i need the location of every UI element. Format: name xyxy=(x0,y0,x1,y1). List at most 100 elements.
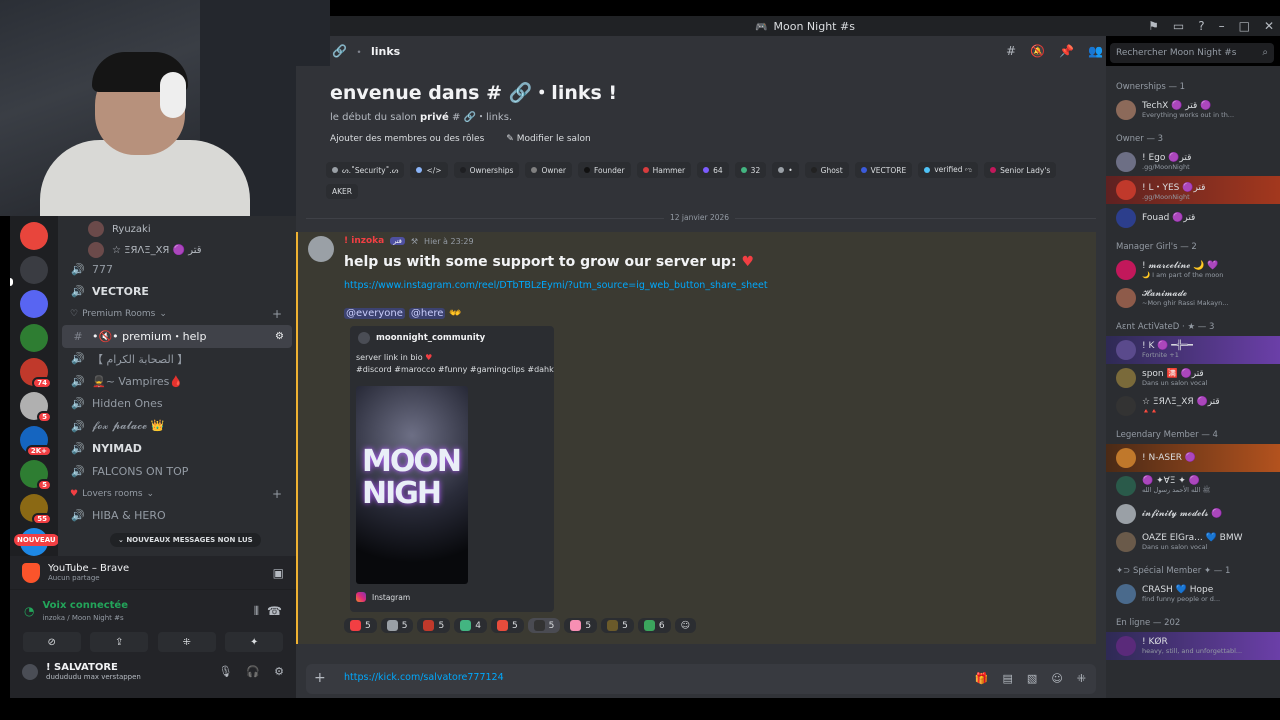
voice-user[interactable]: Ryuzaki xyxy=(58,216,296,237)
voice-channel[interactable]: 🔊 FALCONS ON TOP xyxy=(58,460,296,483)
mute-icon[interactable]: 🔕 xyxy=(1030,44,1045,58)
server-icon[interactable]: 5 xyxy=(20,460,52,491)
voice-location[interactable]: inzoka / Moon Night #s xyxy=(42,614,128,622)
headphones-icon[interactable]: 🎧 xyxy=(246,665,260,678)
voice-channel[interactable]: 🔊 HIBA & HERO xyxy=(58,505,296,528)
role-chip[interactable]: </> xyxy=(410,162,448,178)
avatar[interactable] xyxy=(1116,584,1136,604)
voice-channel[interactable]: # •🔇• premium・help ⚙ xyxy=(62,325,292,348)
minimize-icon[interactable]: – xyxy=(1219,19,1225,33)
avatar[interactable] xyxy=(1116,476,1136,496)
member-item[interactable]: CRASH 💙 Hope find funny people or d... xyxy=(1106,580,1280,608)
avatar[interactable] xyxy=(1116,180,1136,200)
member-item[interactable]: 𝓗𝓪𝓷𝓲𝓶𝓪𝓭𝓮 ~Mon ghir Rassi Makayn... xyxy=(1106,284,1280,312)
activities-button[interactable]: ⁜ xyxy=(157,632,216,652)
avatar[interactable] xyxy=(1116,208,1136,228)
add-channel-icon[interactable]: + xyxy=(272,307,282,321)
inbox-icon[interactable]: ⚑ xyxy=(1148,19,1159,33)
message-composer[interactable]: + https://kick.com/salvatore777124 🎁 ▤ ▧… xyxy=(306,664,1096,694)
avatar[interactable] xyxy=(1116,448,1136,468)
apps-icon[interactable]: ⁜ xyxy=(1077,672,1086,685)
member-item[interactable]: TechX 🟣 قتر 🟣 Everything works out in th.… xyxy=(1106,96,1280,124)
category-lovers-rooms[interactable]: ♥ Lovers rooms ⌄ + xyxy=(58,483,296,505)
server-icon[interactable] xyxy=(20,256,48,284)
message-link[interactable]: https://www.instagram.com/reel/DTbTBLzEy… xyxy=(344,280,768,291)
category-premium-rooms[interactable]: ♡ Premium Rooms ⌄ + xyxy=(58,303,296,325)
reaction-button[interactable]: 5 xyxy=(601,618,634,633)
voice-channel[interactable]: 🔊 💂~ Vampires🩸 xyxy=(58,370,296,393)
members-icon[interactable]: 👥 xyxy=(1088,44,1103,58)
member-item[interactable]: Fouad 🟣قتر xyxy=(1106,204,1280,232)
member-item[interactable]: ! K 🟣 ━╬═━ Fortnite +1 xyxy=(1106,336,1280,364)
screen-icon[interactable]: ▭ xyxy=(1173,19,1184,33)
search-input[interactable]: Rechercher Moon Night #s ⌕ xyxy=(1110,43,1274,63)
role-chip[interactable]: Owner xyxy=(525,162,572,178)
reaction-button[interactable]: 5 xyxy=(380,618,414,633)
help-icon[interactable]: ? xyxy=(1198,19,1204,33)
server-icon[interactable] xyxy=(20,290,48,318)
server-icon[interactable] xyxy=(20,222,48,250)
voice-channel[interactable]: 🔊 【 الصحابة الكرام 】 xyxy=(58,348,296,371)
reaction-button[interactable]: 4 xyxy=(454,618,487,633)
server-icon[interactable]: 5 xyxy=(20,392,52,423)
voice-status-label[interactable]: Voix connectée xyxy=(42,600,128,611)
member-item[interactable]: spon 🈵 🟣قتر Dans un salon vocal xyxy=(1106,364,1280,392)
member-item[interactable]: ! L・YES 🟣قتر .gg/MoonNight xyxy=(1106,176,1280,204)
add-members-button[interactable]: Ajouter des membres ou des rôles xyxy=(330,134,484,144)
close-icon[interactable]: ✕ xyxy=(1264,19,1274,33)
stream-icon[interactable]: ▣ xyxy=(273,566,284,580)
reaction-button[interactable]: 5 xyxy=(564,618,598,633)
reaction-button[interactable]: 5 xyxy=(527,618,561,633)
message[interactable]: ! inzoka قتر ⚒ Hier à 23:29 help us with… xyxy=(296,232,1096,644)
member-item[interactable]: 🟣 ✦ⱯΞ ✦ 🟣 ﷺ الله الأحمد رسول الله xyxy=(1106,472,1280,500)
reaction-button[interactable]: 5 xyxy=(490,618,524,633)
avatar[interactable] xyxy=(1116,396,1136,416)
member-item[interactable]: ☆ ΞЯΛΞ_ΧЯ 🟣قتر 🔺🔺 xyxy=(1106,392,1280,420)
camera-button[interactable]: ⊘ xyxy=(22,632,81,652)
emoji-icon[interactable]: ☺ xyxy=(1051,672,1062,685)
add-reaction-icon[interactable]: ☺ xyxy=(674,618,696,633)
role-chip[interactable]: 32 xyxy=(734,162,767,178)
add-attachment-icon[interactable]: + xyxy=(314,670,326,686)
member-item[interactable]: 𝓲𝓷𝓯𝓲𝓷𝓲𝓽𝔂 𝓶𝓸𝓭𝓮𝓵𝓼 🟣 xyxy=(1106,500,1280,528)
settings-icon[interactable]: ⚙ xyxy=(274,665,284,678)
role-chip[interactable]: Senior Lady's xyxy=(984,162,1057,178)
avatar[interactable] xyxy=(1116,288,1136,308)
server-icon[interactable]: 2K+ xyxy=(20,426,52,457)
server-icon[interactable] xyxy=(20,324,48,352)
avatar[interactable] xyxy=(22,663,38,680)
sticker-icon[interactable]: ▧ xyxy=(1027,672,1037,685)
disconnect-icon[interactable]: ☎ xyxy=(267,604,282,618)
voice-channel[interactable]: 🔊 𝓯𝓸𝔁 𝓹𝓪𝓵𝓪𝓬𝓮 👑 xyxy=(58,415,296,438)
embed-image[interactable]: MOON NIGH xyxy=(356,386,468,584)
role-chip[interactable]: Hammer xyxy=(636,162,692,178)
gift-icon[interactable]: 🎁 xyxy=(975,672,989,685)
mention-everyone[interactable]: @everyone xyxy=(344,308,405,319)
mention-here[interactable]: @here xyxy=(408,308,446,319)
new-messages-pill[interactable]: ⌄ NOUVEAUX MESSAGES NON LUS xyxy=(110,533,261,547)
embed-account[interactable]: moonnight_community xyxy=(376,333,485,343)
role-chip[interactable]: AKER xyxy=(326,184,358,199)
embed-header[interactable]: moonnight_community xyxy=(358,332,485,344)
avatar[interactable] xyxy=(308,236,334,262)
avatar[interactable] xyxy=(1116,152,1136,172)
voice-channel[interactable]: 🔊 Hidden Ones xyxy=(58,393,296,416)
avatar[interactable] xyxy=(1116,340,1136,360)
role-chip[interactable]: Ghost xyxy=(804,162,849,178)
member-item[interactable]: ! N-ASER 🟣 xyxy=(1106,444,1280,472)
message-author[interactable]: ! inzoka xyxy=(344,236,384,246)
avatar[interactable] xyxy=(1116,368,1136,388)
server-icon[interactable]: 74 xyxy=(20,358,52,389)
edit-channel-button[interactable]: ✎ Modifier le salon xyxy=(506,134,590,144)
member-item[interactable]: ! 𝓶𝓪𝓻𝓬𝓮𝓵𝓲𝓷𝓮 🌙 💜 🌙 I am part of the moon xyxy=(1106,256,1280,284)
noise-icon[interactable]: ⦀ xyxy=(254,604,259,619)
activity-card[interactable]: YouTube – Brave Aucun partage ▣ xyxy=(10,556,296,590)
mic-icon[interactable]: 🎙 xyxy=(218,665,232,678)
role-chip[interactable]: verified ಌ xyxy=(918,162,979,178)
gif-icon[interactable]: ▤ xyxy=(1003,672,1013,685)
settings-icon[interactable]: ⚙ xyxy=(275,331,284,342)
avatar[interactable] xyxy=(1116,260,1136,280)
voice-channel[interactable]: 🔊 NYIMAD xyxy=(58,438,296,461)
role-chip[interactable]: Founder xyxy=(577,162,631,178)
role-chip[interactable]: 64 xyxy=(697,162,729,178)
